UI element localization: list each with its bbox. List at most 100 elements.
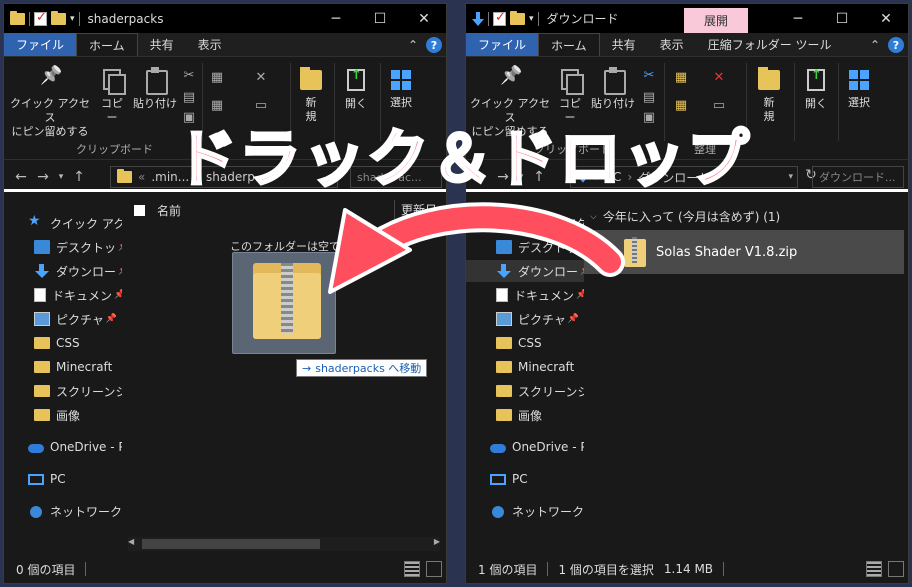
select-label: 選択 (848, 96, 870, 109)
sidebar-item-network[interactable]: ネットワーク (4, 500, 122, 522)
sidebar-item-onedrive[interactable]: OneDrive - Pe (4, 436, 122, 458)
tab-file[interactable]: ファイル (466, 33, 539, 56)
new-folder-icon[interactable] (51, 10, 66, 25)
sidebar-item-network[interactable]: ネットワーク (466, 500, 584, 522)
open-button[interactable]: 開く (340, 67, 372, 111)
pin-icon: 📌 (567, 314, 580, 324)
back-icon[interactable]: ← (10, 169, 32, 185)
tab-share[interactable]: 共有 (600, 33, 648, 56)
sidebar-item-downloads[interactable]: ダウンロー📌 (466, 260, 584, 282)
select-button[interactable]: 選択 (384, 67, 418, 110)
help-icon[interactable]: ? (426, 37, 442, 53)
maximize-button[interactable]: ☐ (820, 4, 864, 33)
minimize-button[interactable]: ─ (776, 4, 820, 33)
group-header[interactable]: ⌵ 今年に入って (今月は含めず) (1) (590, 208, 780, 225)
title-bar[interactable]: ▾ ダウンロード 展開 ─ ☐ ✕ (466, 4, 908, 33)
contextual-tab-extract[interactable]: 展開 (684, 8, 748, 33)
pin-to-quick-access-button[interactable]: クイック アクセス にピン留めする (10, 67, 90, 139)
sidebar-item-css[interactable]: CSS (466, 332, 584, 354)
sidebar-item-documents[interactable]: ドキュメン📌 (4, 284, 122, 306)
forward-icon[interactable]: → (32, 169, 54, 185)
sidebar-item-desktop[interactable]: デスクトッ📌 (466, 236, 584, 258)
tab-view[interactable]: 表示 (186, 33, 234, 56)
scroll-left-icon[interactable]: ◀ (128, 537, 134, 546)
close-button[interactable]: ✕ (864, 4, 908, 33)
tab-file[interactable]: ファイル (4, 33, 77, 56)
copy-button[interactable]: コピー (96, 67, 128, 125)
cut-icon[interactable]: ✂ (182, 69, 196, 83)
sidebar-item-desktop[interactable]: デスクトッ📌 (4, 236, 122, 258)
sidebar-item-pc[interactable]: PC (4, 468, 122, 490)
sidebar-item-images[interactable]: 画像 (4, 404, 122, 426)
ribbon-collapse-icon[interactable]: ⌃ (408, 38, 418, 52)
address-dropdown-icon[interactable]: ▾ (788, 172, 793, 182)
network-icon (490, 504, 506, 518)
sidebar-item-screenshots[interactable]: スクリーンショ (466, 380, 584, 402)
copy-path-icon[interactable]: ▤ (182, 91, 196, 105)
up-icon[interactable]: ↑ (68, 169, 90, 185)
folder-icon (10, 10, 25, 25)
scrollbar-thumb[interactable] (142, 539, 320, 549)
folder-icon (496, 361, 512, 373)
horizontal-scrollbar[interactable]: ◀ ▶ (128, 537, 440, 551)
search-input[interactable]: ダウンロード... (812, 166, 904, 188)
new-folder-icon[interactable] (510, 10, 525, 25)
column-date-modified[interactable]: 更新日時 (394, 200, 446, 237)
move-to-icon[interactable]: ▦ (674, 71, 688, 85)
download-icon (496, 264, 512, 278)
explorer-window-shaderpacks: ▾ shaderpacks ─ ☐ ✕ ファイル ホーム 共有 表示 ⌃ ? ク… (3, 3, 447, 584)
file-row-solas-shader[interactable]: Solas Shader V1.8.zip (584, 230, 904, 274)
sidebar-item-minecraft[interactable]: Minecraft (466, 356, 584, 378)
recent-dropdown-icon[interactable]: ▾ (54, 172, 68, 182)
tab-compressed-folder-tools[interactable]: 圧縮フォルダー ツール (696, 33, 844, 56)
sidebar-item-quick-access[interactable]: クイック アクセス (466, 212, 584, 234)
tab-view[interactable]: 表示 (648, 33, 696, 56)
copy-path-icon[interactable]: ▤ (642, 91, 656, 105)
sidebar-item-pc[interactable]: PC (466, 468, 584, 490)
sidebar-item-screenshots[interactable]: スクリーンショ (4, 380, 122, 402)
details-view-icon[interactable] (404, 561, 420, 577)
open-button[interactable]: 開く (800, 67, 832, 111)
sidebar-item-minecraft[interactable]: Minecraft (4, 356, 122, 378)
sidebar-item-quick-access[interactable]: クイック アクセス (4, 212, 122, 234)
select-button[interactable]: 選択 (842, 67, 876, 110)
details-view-icon[interactable] (866, 561, 882, 577)
file-checkbox[interactable] (588, 243, 600, 258)
new-folder-button[interactable]: 新 規 (754, 67, 784, 124)
quick-access-dropdown-icon[interactable]: ▾ (529, 14, 534, 24)
sidebar-item-pictures[interactable]: ピクチャ 📌 (4, 308, 122, 330)
cut-icon[interactable]: ✂ (642, 69, 656, 83)
large-icons-view-icon[interactable] (888, 561, 904, 577)
title-bar[interactable]: ▾ shaderpacks ─ ☐ ✕ (4, 4, 446, 33)
pin-icon (38, 67, 62, 93)
select-all-checkbox[interactable] (134, 204, 145, 216)
move-to-icon[interactable]: ▦ (210, 71, 224, 85)
collapse-chevron-icon[interactable]: ⌵ (590, 212, 597, 222)
delete-icon[interactable]: ✕ (712, 71, 726, 85)
sidebar-item-images[interactable]: 画像 (466, 404, 584, 426)
sidebar-item-downloads[interactable]: ダウンロー📌 (4, 260, 122, 282)
sidebar-item-documents[interactable]: ドキュメン📌 (466, 284, 584, 306)
large-icons-view-icon[interactable] (426, 561, 442, 577)
tab-home[interactable]: ホーム (538, 33, 600, 56)
close-button[interactable]: ✕ (402, 4, 446, 33)
sidebar-item-pictures[interactable]: ピクチャ 📌 (466, 308, 584, 330)
properties-icon[interactable] (493, 10, 506, 26)
sidebar-item-onedrive[interactable]: OneDrive - Pe (466, 436, 584, 458)
file-list[interactable]: ⌵ 今年に入って (今月は含めず) (1) Solas Shader V1.8.… (584, 200, 908, 555)
help-icon[interactable]: ? (888, 37, 904, 53)
tab-home[interactable]: ホーム (76, 33, 138, 56)
quick-access-dropdown-icon[interactable]: ▾ (70, 14, 75, 24)
column-name[interactable]: 名前 (157, 202, 181, 219)
sidebar-item-css[interactable]: CSS (4, 332, 122, 354)
paste-button[interactable]: 貼り付け (132, 67, 178, 111)
tab-share[interactable]: 共有 (138, 33, 186, 56)
separator (78, 11, 80, 26)
minimize-button[interactable]: ─ (314, 4, 358, 33)
delete-icon[interactable]: ✕ (254, 71, 268, 85)
maximize-button[interactable]: ☐ (358, 4, 402, 33)
paste-button[interactable]: 貼り付け (590, 67, 636, 111)
scroll-right-icon[interactable]: ▶ (434, 537, 440, 546)
properties-icon[interactable] (34, 10, 47, 26)
ribbon-collapse-icon[interactable]: ⌃ (870, 38, 880, 52)
